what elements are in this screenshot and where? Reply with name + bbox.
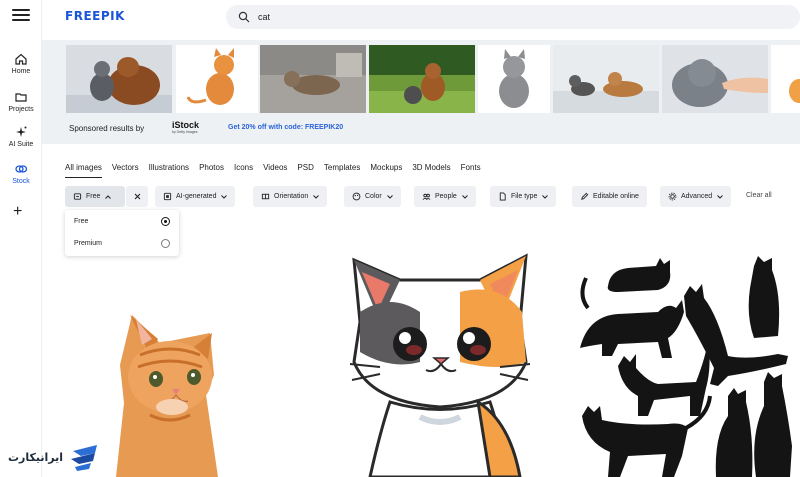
sidebar-item-label: Home bbox=[11, 68, 31, 75]
search-input[interactable] bbox=[258, 9, 558, 25]
sponsored-label: Sponsored results by bbox=[69, 124, 145, 133]
tab-vectors[interactable]: Vectors bbox=[112, 163, 139, 178]
folder-icon bbox=[15, 93, 27, 102]
watermark-logo-icon bbox=[71, 445, 98, 471]
chevron-up-icon bbox=[105, 194, 112, 199]
chevron-down-icon bbox=[542, 194, 549, 199]
stock-icon bbox=[15, 165, 28, 173]
palette-icon bbox=[352, 192, 361, 201]
sponsored-image[interactable] bbox=[662, 45, 768, 113]
sidebar-item-label: Projects bbox=[8, 106, 34, 113]
sidebar-item-label: AI Suite bbox=[8, 141, 34, 148]
sidebar-item-projects[interactable]: Projects bbox=[0, 90, 42, 113]
sparkle-icon bbox=[16, 126, 27, 137]
sponsored-panel: Sponsored results by iStock by Getty Imag… bbox=[42, 40, 800, 144]
sidebar-item-stock[interactable]: Stock bbox=[0, 162, 42, 185]
file-type-filter-button[interactable]: File type bbox=[490, 186, 557, 207]
result-image-cat-silhouettes[interactable] bbox=[578, 256, 800, 477]
home-icon bbox=[15, 53, 27, 65]
sidebar: Home Projects AI Suite Stock + bbox=[0, 0, 42, 477]
search-bar[interactable] bbox=[226, 5, 800, 29]
license-option-premium[interactable]: Premium bbox=[74, 239, 170, 248]
radio-selected[interactable] bbox=[161, 217, 170, 226]
ai-generated-filter-button[interactable]: AI-generated bbox=[155, 186, 236, 207]
watermark: ایرانیکارت bbox=[8, 443, 103, 471]
tab-icons[interactable]: Icons bbox=[234, 163, 253, 178]
sponsored-image[interactable] bbox=[176, 45, 258, 113]
clear-all-link[interactable]: Clear all bbox=[746, 192, 772, 199]
chevron-down-icon bbox=[461, 194, 468, 199]
tab-fonts[interactable]: Fonts bbox=[461, 163, 481, 178]
tab-mockups[interactable]: Mockups bbox=[370, 163, 402, 178]
promo-link[interactable]: Get 20% off with code: FREEPIK20 bbox=[228, 124, 343, 131]
close-icon bbox=[134, 193, 140, 200]
istock-logo[interactable]: iStock by Getty Images bbox=[172, 120, 199, 134]
edit-icon bbox=[581, 192, 589, 200]
license-icon bbox=[73, 193, 82, 200]
sponsored-image[interactable] bbox=[771, 45, 800, 113]
freepik-logo[interactable]: FREEPIK bbox=[65, 9, 125, 23]
color-filter-button[interactable]: Color bbox=[344, 186, 401, 207]
watermark-text: ایرانیکارت bbox=[8, 450, 64, 464]
sidebar-item-label: Stock bbox=[12, 178, 30, 185]
tab-psd[interactable]: PSD bbox=[297, 163, 313, 178]
result-image-kitten-photo[interactable] bbox=[110, 315, 238, 477]
result-image-cartoon-cat[interactable] bbox=[350, 252, 530, 477]
file-icon bbox=[499, 192, 506, 201]
tab-all-images[interactable]: All images bbox=[65, 163, 102, 178]
people-icon bbox=[422, 193, 431, 200]
radio-unselected[interactable] bbox=[161, 239, 170, 248]
chevron-down-icon bbox=[313, 194, 320, 199]
license-filter-label: Free bbox=[86, 193, 101, 200]
tab-illustrations[interactable]: Illustrations bbox=[149, 163, 189, 178]
license-option-free[interactable]: Free bbox=[74, 217, 170, 226]
sidebar-item-home[interactable]: Home bbox=[0, 52, 42, 75]
search-icon bbox=[238, 11, 250, 23]
sponsored-image[interactable] bbox=[478, 45, 550, 113]
gear-icon bbox=[668, 192, 677, 201]
sponsored-image[interactable] bbox=[553, 45, 659, 113]
tab-templates[interactable]: Templates bbox=[324, 163, 360, 178]
sponsored-image[interactable] bbox=[260, 45, 366, 113]
orientation-filter-button[interactable]: Orientation bbox=[253, 186, 328, 207]
media-type-tabs: All images Vectors Illustrations Photos … bbox=[65, 163, 491, 178]
chevron-down-icon bbox=[386, 194, 393, 199]
chevron-down-icon bbox=[221, 194, 228, 199]
menu-icon[interactable] bbox=[12, 9, 30, 23]
add-icon[interactable]: + bbox=[13, 204, 22, 220]
editable-online-filter-button[interactable]: Editable online bbox=[572, 186, 647, 207]
tab-photos[interactable]: Photos bbox=[199, 163, 224, 178]
advanced-filter-button[interactable]: Advanced bbox=[660, 186, 732, 207]
sponsored-image[interactable] bbox=[66, 45, 172, 113]
sidebar-item-ai-suite[interactable]: AI Suite bbox=[0, 125, 42, 148]
tab-3d-models[interactable]: 3D Models bbox=[412, 163, 450, 178]
people-filter-button[interactable]: People bbox=[414, 186, 476, 207]
tab-videos[interactable]: Videos bbox=[263, 163, 287, 178]
clear-license-button[interactable] bbox=[126, 186, 148, 207]
license-dropdown: Free Premium bbox=[65, 210, 179, 256]
orientation-icon bbox=[261, 193, 270, 200]
ai-icon bbox=[163, 192, 172, 201]
license-filter-button[interactable]: Free bbox=[65, 186, 125, 207]
chevron-down-icon bbox=[717, 194, 723, 199]
sponsored-image[interactable] bbox=[369, 45, 475, 113]
